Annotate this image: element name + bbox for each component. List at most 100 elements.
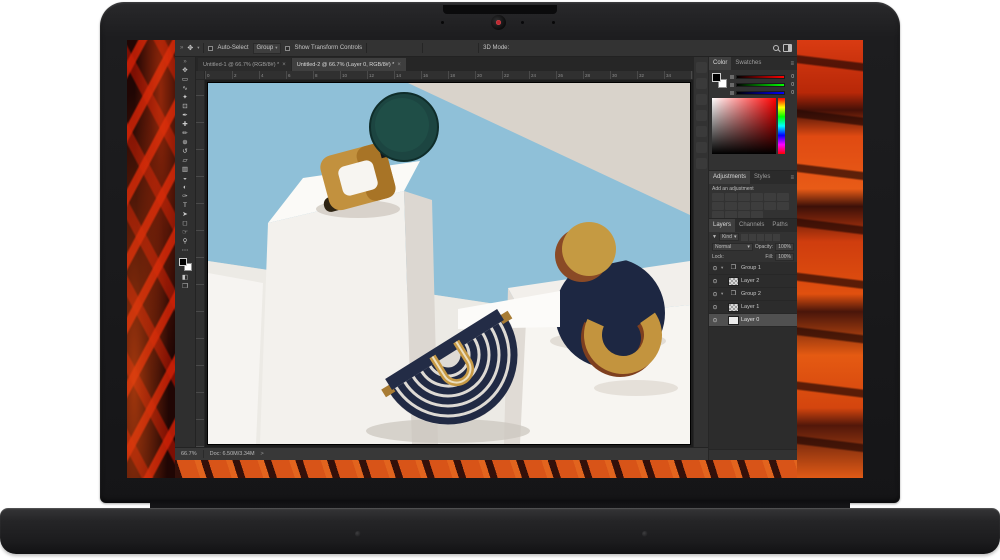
move-tool[interactable]: ✥ xyxy=(177,66,194,75)
canvas-pasteboard[interactable] xyxy=(205,80,693,447)
brush-tool[interactable]: ✏ xyxy=(177,129,194,138)
zoom-level[interactable]: 66.7% xyxy=(181,451,197,457)
document-tab-untitled-2[interactable]: Untitled-2 @ 66.7% (Layer 0, RGB/8#) * × xyxy=(292,58,406,71)
exposure-icon[interactable] xyxy=(751,193,763,201)
tab-layers[interactable]: Layers xyxy=(709,219,735,232)
channel-value[interactable]: 0 xyxy=(787,74,794,80)
panel-menu-icon[interactable]: ≡ xyxy=(790,175,797,181)
photo-filter-icon[interactable] xyxy=(738,202,750,210)
color-balance-icon[interactable] xyxy=(712,202,724,210)
layer-thumbnail[interactable]: ❒ xyxy=(728,290,739,299)
shape-tool[interactable]: ◻ xyxy=(177,219,194,228)
screen-mode-button[interactable]: ❒ xyxy=(177,282,194,291)
layer-row-layer-1[interactable]: ⊙ Layer 1 xyxy=(709,301,797,314)
tool-preset-caret-icon[interactable]: ▾ xyxy=(197,45,199,51)
dodge-tool[interactable]: ◐ xyxy=(177,183,194,192)
lasso-tool[interactable]: ∿ xyxy=(177,84,194,93)
eyedropper-tool[interactable]: ✒ xyxy=(177,111,194,120)
panel-menu-icon[interactable]: ≡ xyxy=(790,61,797,67)
curves-icon[interactable] xyxy=(738,193,750,201)
learn-panel-icon[interactable] xyxy=(696,62,707,73)
blur-tool[interactable]: ◒ xyxy=(177,174,194,183)
tab-adjustments[interactable]: Adjustments xyxy=(709,171,750,184)
eraser-tool[interactable]: ▱ xyxy=(177,156,194,165)
properties-panel-icon[interactable] xyxy=(696,78,707,89)
black-white-icon[interactable] xyxy=(725,202,737,210)
info-panel-icon[interactable] xyxy=(696,126,707,137)
brightness-contrast-icon[interactable] xyxy=(712,193,724,201)
hand-tool[interactable]: ☞ xyxy=(177,228,194,237)
adjustments-panel-icon[interactable] xyxy=(696,110,707,121)
close-icon[interactable]: × xyxy=(397,62,401,68)
tab-color[interactable]: Color xyxy=(709,57,731,70)
visibility-eye-icon[interactable]: ⊙ xyxy=(711,265,719,272)
color-panel-swatches[interactable] xyxy=(712,73,727,88)
tab-paths[interactable]: Paths xyxy=(768,219,791,232)
filter-shape-layers-icon[interactable] xyxy=(765,234,772,241)
layer-thumbnail[interactable] xyxy=(728,316,739,325)
layer-filter-dropdown[interactable]: Kind ▾ xyxy=(719,233,740,241)
quick-mask-button[interactable]: ◧ xyxy=(177,273,194,282)
history-brush-tool[interactable]: ↺ xyxy=(177,147,194,156)
levels-icon[interactable] xyxy=(725,193,737,201)
auto-select-mode-dropdown[interactable]: Group ▾ xyxy=(253,43,282,54)
clone-stamp-tool[interactable]: ⊕ xyxy=(177,138,194,147)
swatches-panel-icon[interactable] xyxy=(696,158,707,169)
workspace-switcher-icon[interactable] xyxy=(783,44,792,52)
visibility-eye-icon[interactable]: ⊙ xyxy=(711,304,719,311)
filter-smart-objects-icon[interactable] xyxy=(773,234,780,241)
crop-tool[interactable]: ⊡ xyxy=(177,102,194,111)
libraries-panel-icon[interactable] xyxy=(696,94,707,105)
hue-saturation-icon[interactable] xyxy=(777,193,789,201)
blend-mode-dropdown[interactable]: Normal ▾ xyxy=(712,243,753,251)
quick-selection-tool[interactable]: ✦ xyxy=(177,93,194,102)
status-options-chevron-icon[interactable]: > xyxy=(261,451,264,457)
tab-styles[interactable]: Styles xyxy=(750,171,774,184)
healing-brush-tool[interactable]: ✚ xyxy=(177,120,194,129)
toolbar-collapse-icon[interactable]: » xyxy=(183,58,186,66)
options-collapse-icon[interactable]: » xyxy=(180,44,183,52)
layer-row-layer-2[interactable]: ⊙ Layer 2 xyxy=(709,275,797,288)
layer-row-layer-0[interactable]: ⊙ Layer 0 xyxy=(709,314,797,327)
document-tab-untitled-1[interactable]: Untitled-1 @ 66.7% (RGB/8#) * × xyxy=(198,58,291,71)
invert-icon[interactable] xyxy=(777,202,789,210)
layer-row-group-1[interactable]: ⊙ ▾ ❒ Group 1 xyxy=(709,262,797,275)
canvas-photo[interactable] xyxy=(208,83,690,444)
type-tool[interactable]: T xyxy=(177,201,194,210)
channel-value[interactable]: 0 xyxy=(787,82,794,88)
auto-select-checkbox[interactable] xyxy=(208,46,213,51)
channel-slider-track[interactable] xyxy=(736,75,785,79)
vibrance-icon[interactable] xyxy=(764,193,776,201)
layer-row-group-2[interactable]: ⊙ ▾ ❒ Group 2 xyxy=(709,288,797,301)
path-selection-tool[interactable]: ➤ xyxy=(177,210,194,219)
history-panel-icon[interactable] xyxy=(696,142,707,153)
foreground-color-swatch[interactable] xyxy=(179,258,187,266)
channel-slider-track[interactable] xyxy=(736,91,785,95)
channel-slider-track[interactable] xyxy=(736,83,785,87)
filter-pixel-layers-icon[interactable] xyxy=(741,234,748,241)
edit-toolbar-button[interactable]: ⋯ xyxy=(177,246,194,255)
close-icon[interactable]: × xyxy=(282,62,286,68)
visibility-eye-icon[interactable]: ⊙ xyxy=(711,291,719,298)
group-expand-caret-icon[interactable]: ▾ xyxy=(721,291,726,297)
gradient-tool[interactable]: ▥ xyxy=(177,165,194,174)
search-icon[interactable] xyxy=(773,45,779,51)
layer-thumbnail[interactable]: ❒ xyxy=(728,264,739,273)
saturation-brightness-field[interactable] xyxy=(712,98,776,154)
channel-mixer-icon[interactable] xyxy=(751,202,763,210)
layer-thumbnail[interactable] xyxy=(728,303,739,312)
visibility-eye-icon[interactable]: ⊙ xyxy=(711,278,719,285)
visibility-eye-icon[interactable]: ⊙ xyxy=(711,317,719,324)
tab-channels[interactable]: Channels xyxy=(735,219,768,232)
marquee-tool[interactable]: ▭ xyxy=(177,75,194,84)
show-transform-checkbox[interactable] xyxy=(285,46,290,51)
foreground-color-swatch[interactable] xyxy=(712,73,721,82)
filter-adjustment-layers-icon[interactable] xyxy=(749,234,756,241)
group-expand-caret-icon[interactable]: ▾ xyxy=(721,265,726,271)
channel-value[interactable]: 0 xyxy=(787,90,794,96)
tab-swatches[interactable]: Swatches xyxy=(731,57,765,70)
layer-thumbnail[interactable] xyxy=(728,277,739,286)
color-lookup-icon[interactable] xyxy=(764,202,776,210)
fill-field[interactable]: 100% xyxy=(775,253,794,261)
pen-tool[interactable]: ✑ xyxy=(177,192,194,201)
